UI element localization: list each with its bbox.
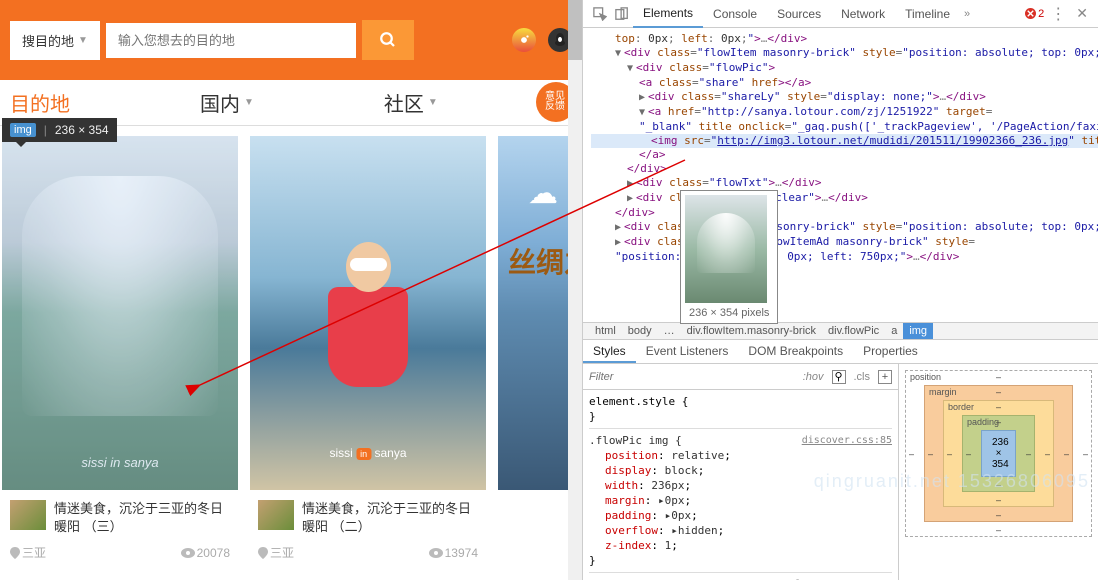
card-item[interactable]: sissi in sanya 情迷美食，沉沦于三亚的冬日暖阳 （三） 三亚 20… — [2, 136, 238, 561]
hov-toggle[interactable]: :hov — [803, 371, 824, 383]
card-image-highlighted: sissi in sanya — [2, 136, 238, 490]
tab-network[interactable]: Network — [831, 1, 895, 27]
tab-elements[interactable]: Elements — [633, 0, 703, 28]
avatar-thumb — [10, 500, 46, 530]
box-model-content: 236 × 354 — [981, 430, 1016, 477]
element-inspect-tooltip: img | 236 × 354 — [2, 118, 117, 142]
devtools-menu-icon[interactable]: ⋮ — [1044, 4, 1072, 24]
card-location: 三亚 — [270, 544, 294, 561]
search-category-select[interactable]: 搜目的地 ▼ — [10, 21, 100, 60]
inspect-element-icon[interactable] — [589, 3, 611, 25]
breadcrumb-item[interactable]: html — [589, 323, 622, 339]
scrollbar[interactable] — [568, 0, 582, 580]
card-location: 三亚 — [22, 544, 46, 561]
nav-label: 国内 — [200, 88, 240, 117]
chevron-down-icon: ▼ — [428, 97, 438, 108]
nav-domestic[interactable]: 国内 ▼ — [200, 88, 254, 117]
styles-filter-bar: :hov ⚲ .cls + — [583, 364, 898, 390]
tab-styles[interactable]: Styles — [583, 340, 636, 363]
card-views: 13974 — [445, 546, 478, 560]
rule-selector: element.style { — [589, 394, 892, 409]
elements-breadcrumb[interactable]: html body … div.flowItem.masonry-brick d… — [583, 322, 1098, 340]
nav-label: 社区 — [384, 88, 424, 117]
tab-console[interactable]: Console — [703, 1, 767, 27]
devtools-tabbar: Elements Console Sources Network Timelin… — [583, 0, 1098, 28]
scrollbar-thumb[interactable] — [568, 0, 582, 60]
breadcrumb-item[interactable]: div.flowItem.masonry-brick — [681, 323, 822, 339]
new-rule-button[interactable]: + — [878, 370, 892, 384]
nav-community[interactable]: 社区 ▼ — [384, 88, 438, 117]
location-icon — [258, 547, 268, 559]
eye-icon — [181, 548, 195, 558]
image-watermark: sissi in sanya — [81, 455, 158, 470]
card-views: 20078 — [197, 546, 230, 560]
search-icon — [379, 31, 397, 49]
breadcrumb-item[interactable]: div.flowPic — [822, 323, 885, 339]
card-item[interactable]: 丝绸之千 — [498, 136, 568, 561]
card-title: 情迷美食，沉沦于三亚的冬日暖阳 （二） — [302, 500, 478, 536]
breadcrumb-item[interactable]: body — [622, 323, 658, 339]
error-count[interactable]: 2 — [1025, 8, 1044, 20]
device-toggle-icon[interactable] — [611, 3, 633, 25]
breadcrumb-item-current[interactable]: img — [903, 323, 933, 339]
styles-rules-pane[interactable]: :hov ⚲ .cls + element.style { } .flowPic… — [583, 364, 898, 580]
image-watermark: sissi in sanya — [329, 446, 406, 460]
devtools-pane: Elements Console Sources Network Timelin… — [582, 0, 1098, 580]
pin-icon[interactable]: ⚲ — [832, 370, 846, 384]
card-title: 情迷美食，沉沦于三亚的冬日暖阳 （三） — [54, 500, 230, 536]
elements-tree[interactable]: top: 0px; left: 0px;">…</div> ▼<div clas… — [583, 28, 1098, 322]
tab-properties[interactable]: Properties — [853, 340, 928, 363]
chevron-down-icon: ▼ — [78, 35, 88, 46]
tooltip-tag: img — [10, 123, 36, 137]
silk-road-text: 丝绸之千 — [508, 241, 568, 281]
preview-dimensions: 236 × 354 pixels — [685, 303, 773, 319]
tab-timeline[interactable]: Timeline — [895, 1, 960, 27]
tooltip-dimensions: 236 × 354 — [55, 123, 109, 137]
tab-event-listeners[interactable]: Event Listeners — [636, 340, 739, 363]
weibo-icon[interactable] — [512, 28, 536, 52]
breadcrumb-item[interactable]: a — [885, 323, 903, 339]
tab-dom-breakpoints[interactable]: DOM Breakpoints — [738, 340, 853, 363]
search-input[interactable] — [106, 23, 356, 58]
avatar-thumb — [258, 500, 294, 530]
card-item[interactable]: sissi in sanya 情迷美食，沉沦于三亚的冬日暖阳 （二） 三亚 13… — [250, 136, 486, 561]
search-button[interactable] — [362, 20, 414, 60]
eye-icon — [429, 548, 443, 558]
cls-toggle[interactable]: .cls — [854, 371, 871, 383]
more-tabs-icon[interactable]: » — [964, 8, 970, 20]
masonry-cards: sissi in sanya 情迷美食，沉沦于三亚的冬日暖阳 （三） 三亚 20… — [0, 126, 582, 561]
chevron-down-icon: ▼ — [244, 97, 254, 108]
search-category-label: 搜目的地 — [22, 31, 74, 50]
rule-source[interactable]: discover.css:85 — [802, 433, 892, 448]
devtools-close-icon[interactable]: ✕ — [1072, 5, 1092, 22]
selected-element-row[interactable]: <img src="http://img3.lotour.net/mudidi/… — [591, 134, 1098, 148]
location-icon — [10, 547, 20, 559]
box-model-pane: position–––– margin–––– border–––– paddi… — [898, 364, 1098, 580]
feedback-label: 意见反馈 — [545, 92, 567, 112]
nav-label: 目的地 — [10, 88, 70, 117]
tab-sources[interactable]: Sources — [767, 1, 831, 27]
social-icons — [512, 28, 572, 52]
browser-pane: 搜目的地 ▼ 目的地 国内 ▼ 社区 ▼ 意见反馈 img | 236 × 354 — [0, 0, 582, 580]
card-image: sissi in sanya — [250, 136, 486, 490]
image-preview-tooltip: 236 × 354 pixels — [680, 190, 778, 324]
breadcrumb-item[interactable]: … — [658, 323, 681, 339]
site-header: 搜目的地 ▼ — [0, 0, 582, 80]
rule-selector: .flowPic img { — [589, 434, 682, 447]
styles-tabbar: Styles Event Listeners DOM Breakpoints P… — [583, 340, 1098, 364]
card-image: 丝绸之千 — [498, 136, 568, 490]
styles-filter-input[interactable] — [589, 371, 795, 383]
